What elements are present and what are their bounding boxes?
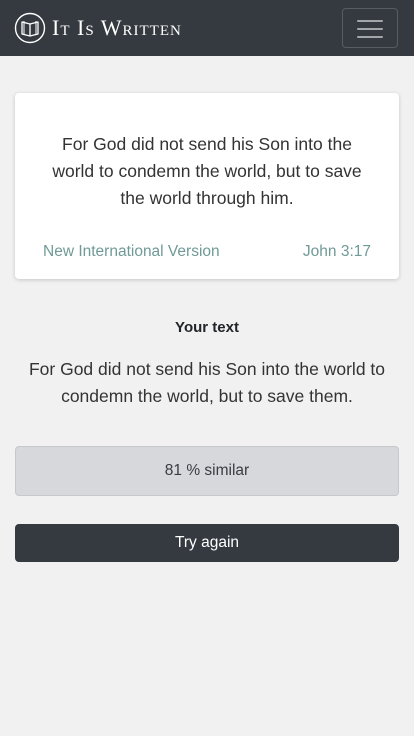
your-text-heading: Your text: [175, 319, 239, 336]
hamburger-menu-icon-bar: [357, 28, 383, 30]
hamburger-menu-icon: [357, 20, 383, 22]
hamburger-menu-icon-bar: [357, 36, 383, 38]
menu-toggle-button[interactable]: [342, 8, 398, 48]
brand-link[interactable]: It Is Written: [14, 12, 182, 44]
open-book-icon: [14, 12, 46, 44]
try-again-button[interactable]: Try again: [15, 524, 399, 562]
your-text-content: For God did not send his Son into the wo…: [28, 359, 386, 406]
top-navbar: It Is Written: [0, 0, 414, 56]
verse-reference: John 3:17: [302, 243, 371, 260]
verse-version: New International Version: [43, 243, 220, 260]
verse-text: For God did not send his Son into the wo…: [52, 134, 362, 208]
verse-card: For God did not send his Son into the wo…: [15, 93, 399, 279]
similarity-result: 81 % similar: [15, 446, 399, 496]
brand-title: It Is Written: [52, 15, 182, 40]
